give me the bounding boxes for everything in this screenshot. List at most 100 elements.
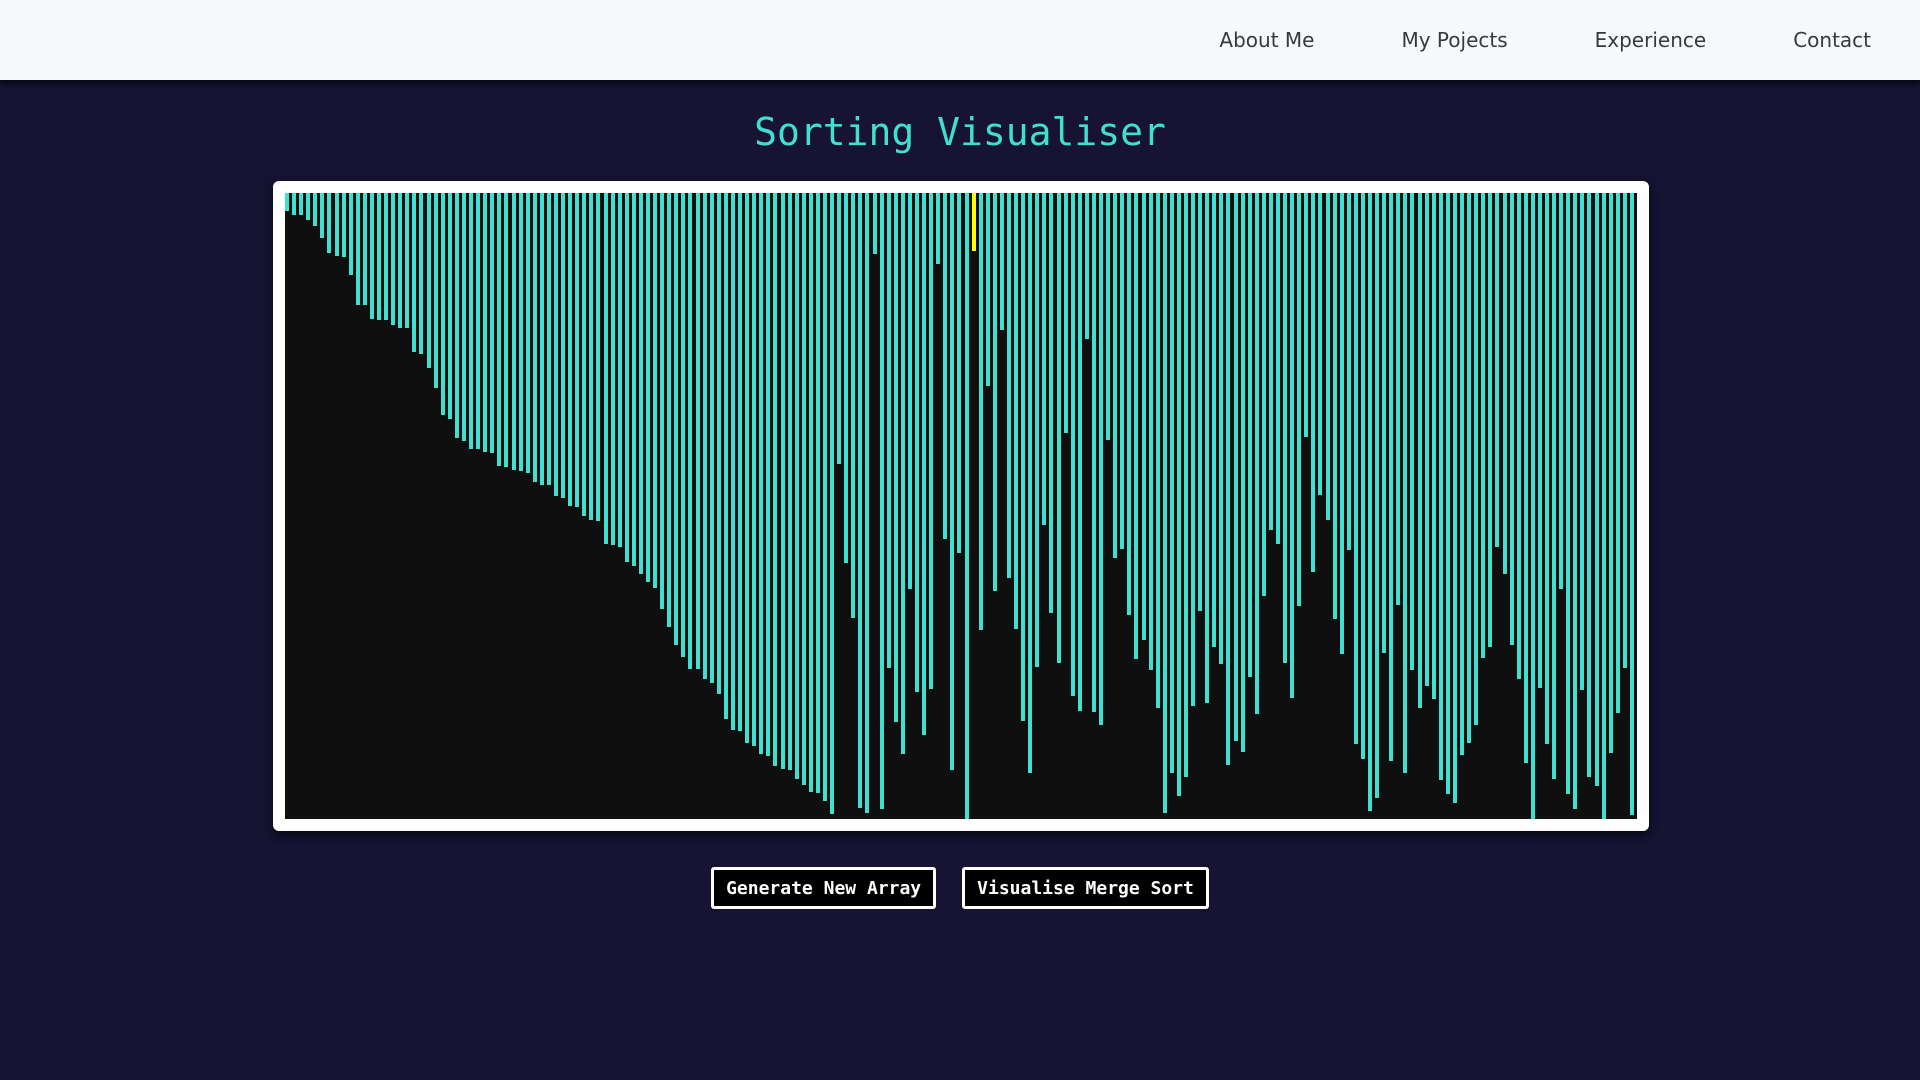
array-bar bbox=[1290, 193, 1295, 698]
array-bar bbox=[858, 193, 863, 808]
array-bar bbox=[348, 193, 353, 275]
array-bar bbox=[787, 193, 792, 770]
array-bar bbox=[1049, 193, 1054, 613]
array-bar bbox=[1021, 193, 1026, 721]
array-bar bbox=[1304, 193, 1309, 437]
array-bar bbox=[660, 193, 665, 609]
nav-links: About Me My Pojects Experience Contact bbox=[1132, 0, 1871, 80]
array-bar bbox=[1240, 193, 1245, 752]
array-bar bbox=[653, 193, 658, 588]
array-bar bbox=[985, 193, 990, 386]
array-bar bbox=[879, 193, 884, 809]
array-bar bbox=[709, 193, 714, 683]
array-bar bbox=[1594, 193, 1599, 786]
generate-new-array-button[interactable]: Generate New Array bbox=[711, 867, 937, 909]
array-bar bbox=[306, 193, 311, 220]
array-bar bbox=[1474, 193, 1479, 725]
array-bar bbox=[1544, 193, 1549, 744]
array-bar bbox=[568, 193, 573, 506]
array-bar bbox=[808, 193, 813, 792]
array-bar bbox=[1438, 193, 1443, 780]
array-bar bbox=[745, 193, 750, 743]
array-bar bbox=[1070, 193, 1075, 696]
array-bar bbox=[1148, 193, 1153, 670]
array-bar bbox=[766, 193, 771, 756]
array-bar bbox=[1339, 193, 1344, 654]
array-bar bbox=[617, 193, 622, 547]
array-bar bbox=[1375, 193, 1380, 798]
array-bar bbox=[384, 193, 389, 320]
nav-link-experience[interactable]: Experience bbox=[1595, 28, 1707, 52]
array-bar bbox=[1580, 193, 1585, 690]
array-bar bbox=[1587, 193, 1592, 777]
array-bar bbox=[723, 193, 728, 719]
visualise-merge-sort-button[interactable]: Visualise Merge Sort bbox=[962, 867, 1209, 909]
array-bar bbox=[1601, 193, 1606, 819]
array-bar bbox=[1360, 193, 1365, 759]
array-bar bbox=[1552, 193, 1557, 779]
navbar: About Me My Pojects Experience Contact bbox=[0, 0, 1920, 82]
array-bar bbox=[377, 193, 382, 320]
array-bar bbox=[433, 193, 438, 388]
array-bar bbox=[1007, 193, 1011, 578]
array-bar bbox=[1275, 193, 1280, 544]
array-bar bbox=[794, 193, 799, 779]
array-bar bbox=[1424, 193, 1429, 686]
array-bar bbox=[369, 193, 374, 319]
array-bar bbox=[1127, 193, 1132, 615]
visualiser-frame bbox=[273, 181, 1649, 831]
array-bar bbox=[978, 193, 983, 630]
array-bar bbox=[1509, 193, 1514, 645]
array-bar bbox=[1134, 193, 1139, 659]
array-bar bbox=[1516, 193, 1521, 679]
array-bar bbox=[412, 193, 417, 352]
array-bar bbox=[1566, 193, 1571, 794]
array-bar bbox=[1233, 193, 1238, 741]
array-bar bbox=[511, 193, 516, 470]
array-bar bbox=[285, 193, 289, 211]
nav-link-about-me[interactable]: About Me bbox=[1219, 28, 1314, 52]
array-bar bbox=[886, 193, 891, 668]
array-bar bbox=[624, 193, 629, 562]
array-bar bbox=[1559, 193, 1564, 589]
array-bar bbox=[1120, 193, 1125, 549]
array-bar bbox=[355, 193, 360, 305]
array-bar bbox=[667, 193, 672, 627]
array-bar bbox=[1063, 193, 1068, 433]
array-bar bbox=[914, 193, 919, 692]
array-bar bbox=[1169, 193, 1174, 773]
array-bar bbox=[1028, 193, 1033, 773]
array-bar bbox=[447, 193, 452, 419]
array-bar bbox=[1261, 193, 1266, 596]
array-bar bbox=[1353, 193, 1358, 744]
array-bar bbox=[1523, 193, 1528, 763]
array-bar bbox=[992, 193, 997, 591]
array-bar bbox=[1106, 193, 1111, 440]
nav-link-contact[interactable]: Contact bbox=[1793, 28, 1871, 52]
array-bar bbox=[638, 193, 643, 574]
array-bar bbox=[1615, 193, 1620, 713]
array-bar bbox=[398, 193, 403, 328]
array-bar bbox=[702, 193, 707, 679]
array-bar bbox=[1077, 193, 1082, 711]
array-bar bbox=[313, 193, 318, 226]
array-bar bbox=[1191, 193, 1196, 706]
array-bar bbox=[716, 193, 721, 694]
array-bar bbox=[341, 193, 346, 257]
array-bar bbox=[674, 193, 679, 645]
array-bar bbox=[1205, 193, 1210, 703]
array-bar bbox=[603, 193, 608, 544]
nav-link-my-projects[interactable]: My Pojects bbox=[1401, 28, 1507, 52]
controls: Generate New Array Visualise Merge Sort bbox=[0, 867, 1920, 909]
array-bar bbox=[1332, 193, 1337, 619]
array-bar bbox=[1113, 193, 1118, 558]
array-bar bbox=[299, 193, 304, 215]
array-bar bbox=[1183, 193, 1188, 777]
array-bar-area bbox=[285, 193, 1637, 819]
array-bar bbox=[1629, 193, 1634, 815]
array-bar bbox=[1318, 193, 1323, 495]
array-bar bbox=[830, 193, 835, 814]
array-bar bbox=[837, 193, 842, 464]
array-bar bbox=[1608, 193, 1613, 753]
array-bar bbox=[1155, 193, 1160, 708]
